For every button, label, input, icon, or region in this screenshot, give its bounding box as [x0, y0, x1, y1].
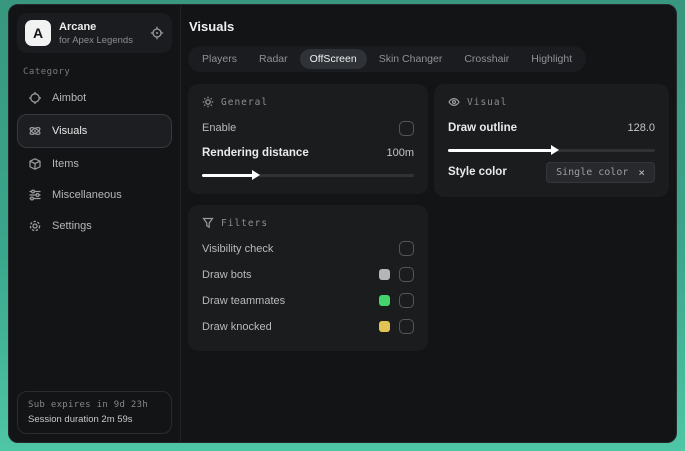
- brand-card: A Arcane for Apex Legends: [17, 13, 172, 53]
- draw-bots-color-swatch[interactable]: [379, 269, 390, 280]
- draw-outline-slider[interactable]: [448, 145, 655, 155]
- visibility-check-checkbox[interactable]: [399, 241, 414, 256]
- app-subtitle: for Apex Legends: [59, 34, 133, 46]
- sidebar-item-label: Visuals: [52, 125, 88, 137]
- draw-teammates-color-swatch[interactable]: [379, 295, 390, 306]
- sidebar-item-miscellaneous[interactable]: Miscellaneous: [17, 180, 172, 210]
- atom-icon: [28, 124, 42, 138]
- tab-crosshair[interactable]: Crosshair: [454, 49, 519, 69]
- sidebar-item-label: Aimbot: [52, 92, 87, 104]
- draw-knocked-checkbox[interactable]: [399, 319, 414, 334]
- sliders-icon: [28, 188, 42, 202]
- filter-label: Draw teammates: [202, 294, 286, 307]
- style-color-row: Style color Single color ×: [448, 161, 655, 183]
- general-panel: General Enable Rendering distance 100m: [188, 84, 428, 194]
- sidebar-item-label: Miscellaneous: [52, 189, 122, 201]
- sidebar-item-label: Settings: [52, 220, 92, 232]
- sidebar-item-visuals[interactable]: Visuals: [17, 114, 172, 148]
- crosshair-icon: [28, 91, 42, 105]
- style-color-select[interactable]: Single color ×: [546, 161, 655, 183]
- main-content: Visuals Players Radar OffScreen Skin Cha…: [181, 5, 676, 442]
- eye-icon: [448, 96, 460, 108]
- enable-label: Enable: [202, 122, 237, 134]
- rendering-distance-label: Rendering distance: [202, 147, 309, 159]
- clear-icon[interactable]: ×: [638, 166, 645, 179]
- draw-outline-value: 128.0: [627, 122, 655, 134]
- draw-outline-label: Draw outline: [448, 122, 518, 134]
- filter-row-draw-knocked: Draw knocked: [202, 316, 414, 337]
- tab-radar[interactable]: Radar: [249, 49, 298, 69]
- tab-skin-changer[interactable]: Skin Changer: [369, 49, 453, 69]
- visuals-tabbar: Players Radar OffScreen Skin Changer Cro…: [188, 46, 587, 72]
- sidebar-item-settings[interactable]: Settings: [17, 211, 172, 241]
- category-label: Category: [23, 67, 71, 77]
- draw-outline-row: Draw outline 128.0: [448, 117, 655, 139]
- filter-row-draw-bots: Draw bots: [202, 264, 414, 285]
- sidebar-item-items[interactable]: Items: [17, 149, 172, 179]
- draw-teammates-checkbox[interactable]: [399, 293, 414, 308]
- app-logo: A: [25, 20, 51, 46]
- panel-area: General Enable Rendering distance 100m V…: [188, 84, 669, 351]
- panel-title: General: [221, 96, 269, 108]
- rendering-distance-slider[interactable]: [202, 170, 414, 180]
- sidebar-item-aimbot[interactable]: Aimbot: [17, 83, 172, 113]
- gear-icon: [28, 219, 42, 233]
- panel-title: Visual: [467, 96, 508, 108]
- enable-checkbox[interactable]: [399, 120, 414, 136]
- slider-fill: [448, 145, 558, 155]
- desktop-background: A Arcane for Apex Legends Category Aimbo…: [0, 0, 685, 451]
- app-name: Arcane: [59, 20, 97, 33]
- sub-expires-text: Sub expires in 9d 23h: [28, 400, 149, 410]
- subscription-status-card: Sub expires in 9d 23h Session duration 2…: [17, 391, 172, 434]
- page-title: Visuals: [189, 19, 235, 34]
- app-window: A Arcane for Apex Legends Category Aimbo…: [8, 4, 677, 443]
- panel-title: Filters: [221, 217, 269, 229]
- draw-bots-checkbox[interactable]: [399, 267, 414, 282]
- filter-label: Draw knocked: [202, 320, 272, 333]
- box-icon: [28, 157, 42, 171]
- sidebar-item-label: Items: [52, 158, 79, 170]
- filter-row-draw-teammates: Draw teammates: [202, 290, 414, 311]
- brightness-icon: [202, 96, 214, 108]
- tab-players[interactable]: Players: [192, 49, 247, 69]
- filter-label: Visibility check: [202, 242, 274, 255]
- funnel-icon: [202, 217, 214, 229]
- filters-panel: Filters Visibility check Draw bots Draw …: [188, 205, 428, 351]
- target-icon[interactable]: [150, 26, 164, 40]
- rendering-distance-row: Rendering distance 100m: [202, 142, 414, 164]
- style-color-label: Style color: [448, 166, 507, 178]
- enable-row: Enable: [202, 117, 414, 139]
- tab-offscreen[interactable]: OffScreen: [299, 49, 367, 69]
- rendering-distance-value: 100m: [386, 147, 414, 159]
- visual-panel: Visual Draw outline 128.0 Style color Si…: [434, 84, 669, 197]
- draw-knocked-color-swatch[interactable]: [379, 321, 390, 332]
- sidebar: A Arcane for Apex Legends Category Aimbo…: [9, 5, 181, 442]
- tab-highlight[interactable]: Highlight: [521, 49, 582, 69]
- filter-row-visibility-check: Visibility check: [202, 238, 414, 259]
- session-duration-text: Session duration 2m 59s: [28, 414, 133, 425]
- style-color-value: Single color: [556, 166, 629, 178]
- slider-fill: [202, 170, 260, 180]
- filter-label: Draw bots: [202, 268, 252, 281]
